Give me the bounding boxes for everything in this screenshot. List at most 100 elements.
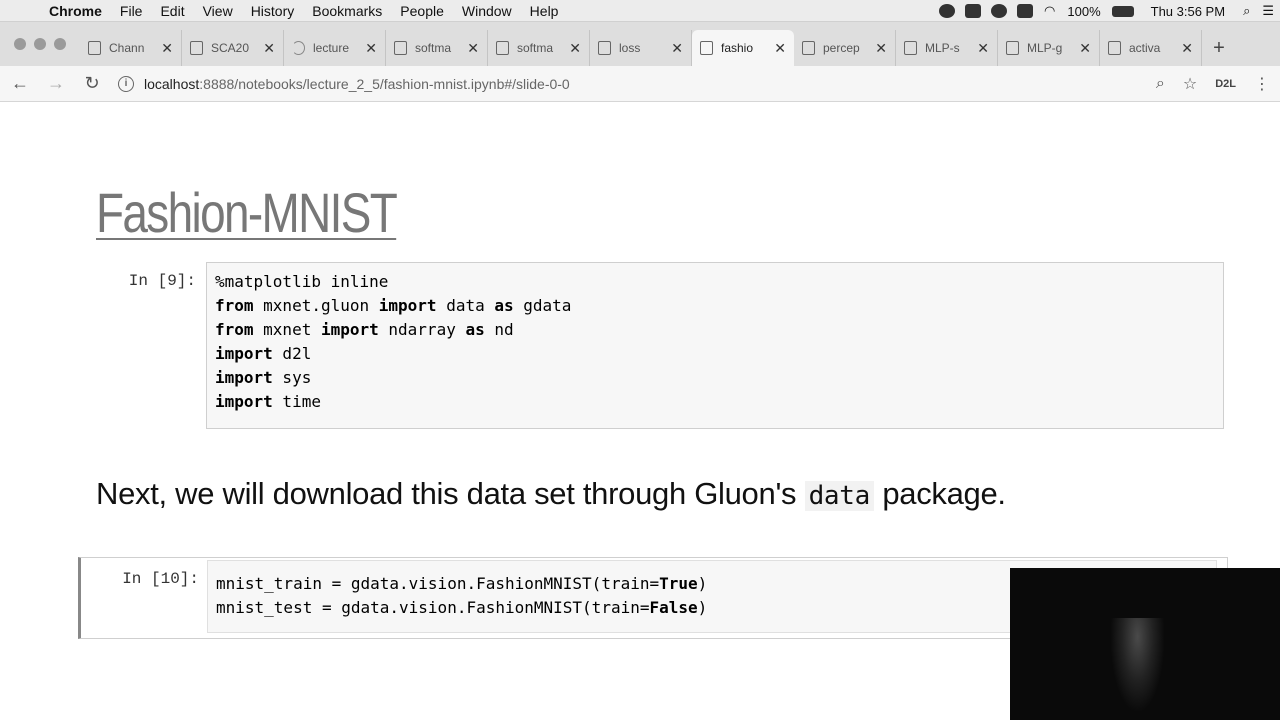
minimize-window-button[interactable] xyxy=(34,38,46,50)
close-window-button[interactable] xyxy=(14,38,26,50)
code-keyword: from xyxy=(215,320,254,339)
more-menu-icon[interactable]: ⋮ xyxy=(1254,74,1270,94)
menu-edit[interactable]: Edit xyxy=(151,0,193,22)
code-token: data xyxy=(436,296,495,315)
notebook-icon xyxy=(802,41,815,55)
tab-label: softma xyxy=(517,41,554,55)
info-icon[interactable]: i xyxy=(118,75,134,92)
tab-label: lecture xyxy=(313,41,350,55)
presenter-silhouette xyxy=(1110,618,1165,713)
notebook-icon xyxy=(1006,41,1019,55)
menu-help[interactable]: Help xyxy=(521,0,568,22)
battery-icon[interactable] xyxy=(1111,5,1134,17)
menu-people[interactable]: People xyxy=(391,0,453,22)
youtube-icon xyxy=(88,41,101,55)
tab-label: loss xyxy=(619,41,641,55)
tab-softmax-1[interactable]: softma ✕ xyxy=(386,30,488,66)
notebook-icon xyxy=(496,41,509,55)
close-icon[interactable]: ✕ xyxy=(263,40,275,57)
forward-button[interactable]: → xyxy=(40,73,72,94)
notebook-icon xyxy=(904,41,917,55)
code-input[interactable]: %matplotlib inline from mxnet.gluon impor… xyxy=(206,262,1224,429)
fullscreen-window-button[interactable] xyxy=(54,38,66,50)
address-bar[interactable]: i localhost:8888/notebooks/lecture_2_5/f… xyxy=(118,70,1168,98)
code-token: ) xyxy=(697,574,708,593)
close-icon[interactable]: ✕ xyxy=(1079,40,1091,57)
code-token: d2l xyxy=(272,344,312,363)
zoom-icon[interactable]: ⌕ xyxy=(1156,75,1165,93)
close-icon[interactable]: ✕ xyxy=(977,40,989,57)
clock[interactable]: Thu 3:56 PM xyxy=(1139,4,1237,19)
search-icon[interactable]: ⌕ xyxy=(1237,3,1256,19)
wifi-icon[interactable]: ◠ xyxy=(1038,3,1061,19)
close-icon[interactable]: ✕ xyxy=(365,40,377,57)
tab-strip: Chann ✕ SCA20 ✕ lecture ✕ softma ✕ softm… xyxy=(0,22,1280,66)
markdown-cell: Next, we will download this data set thr… xyxy=(96,476,1006,512)
close-icon[interactable]: ✕ xyxy=(875,40,887,57)
code-cell-1[interactable]: In [9]: %matplotlib inline from mxnet.glu… xyxy=(96,262,1224,429)
tab-perceptron[interactable]: percep ✕ xyxy=(794,30,896,66)
code-keyword: from xyxy=(215,296,254,315)
tab-mlp-scratch[interactable]: MLP-s ✕ xyxy=(896,30,998,66)
tab-loss[interactable]: loss ✕ xyxy=(590,30,692,66)
tab-mlp-gluon[interactable]: MLP-g ✕ xyxy=(998,30,1100,66)
tab-softmax-2[interactable]: softma ✕ xyxy=(488,30,590,66)
code-line: from mxnet.gluon import data as gdata xyxy=(215,294,1215,318)
tab-label: activa xyxy=(1129,41,1161,55)
back-button[interactable]: ← xyxy=(4,73,36,94)
tab-activation[interactable]: activa ✕ xyxy=(1100,30,1202,66)
tab-channel[interactable]: Chann ✕ xyxy=(80,30,182,66)
notebook-icon xyxy=(1108,41,1121,55)
webcam-video xyxy=(1010,568,1280,720)
inline-code: data xyxy=(804,481,874,511)
code-keyword: import xyxy=(320,320,379,339)
d2l-extension-button[interactable]: D2L xyxy=(1215,78,1236,90)
notebook-icon xyxy=(394,41,407,55)
reload-button[interactable]: ↻ xyxy=(76,73,108,94)
code-token: False xyxy=(649,598,698,617)
tab-label: softma xyxy=(415,41,452,55)
tab-fashion-active[interactable]: fashio ✕ xyxy=(692,30,794,66)
notebook-icon xyxy=(700,41,713,55)
tab-label: MLP-g xyxy=(1027,41,1063,55)
markdown-text-end: package. xyxy=(874,476,1006,511)
loading-icon xyxy=(292,41,305,55)
close-icon[interactable]: ✕ xyxy=(774,40,786,57)
tab-sca20[interactable]: SCA20 ✕ xyxy=(182,30,284,66)
close-icon[interactable]: ✕ xyxy=(1181,40,1193,57)
close-icon[interactable]: ✕ xyxy=(467,40,479,57)
code-token: %matplotlib inline xyxy=(215,272,389,291)
tab-lecture[interactable]: lecture ✕ xyxy=(284,30,386,66)
bookmark-star-icon[interactable]: ☆ xyxy=(1183,74,1197,94)
menu-file[interactable]: File xyxy=(111,0,152,22)
menu-bookmarks[interactable]: Bookmarks xyxy=(303,0,391,22)
close-icon[interactable]: ✕ xyxy=(161,40,173,57)
toolbar-right: ⌕ ☆ D2L ⋮ xyxy=(1156,66,1270,102)
menu-window[interactable]: Window xyxy=(453,0,521,22)
code-keyword: as xyxy=(494,296,514,315)
code-keyword: import xyxy=(215,392,273,411)
markdown-text: Next, we will download this data set thr… xyxy=(96,476,805,511)
cloud-icon[interactable] xyxy=(965,4,982,18)
record-icon[interactable] xyxy=(939,4,956,18)
close-icon[interactable]: ✕ xyxy=(569,40,581,57)
code-keyword: as xyxy=(465,320,485,339)
menu-view[interactable]: View xyxy=(194,0,242,22)
code-token: ndarray xyxy=(378,320,466,339)
new-tab-button[interactable]: + xyxy=(1202,30,1236,66)
menu-app-chrome[interactable]: Chrome xyxy=(40,0,111,22)
code-line: from mxnet import ndarray as nd xyxy=(215,318,1215,342)
code-line: import time xyxy=(215,390,1215,414)
code-line: import sys xyxy=(215,366,1215,390)
document-icon xyxy=(190,41,203,55)
list-icon[interactable]: ☰ xyxy=(1256,3,1280,19)
menu-history[interactable]: History xyxy=(242,0,304,22)
code-token: mxnet.gluon xyxy=(253,296,379,315)
code-keyword: import xyxy=(378,296,437,315)
airplay-icon[interactable] xyxy=(1017,4,1034,18)
code-token: gdata xyxy=(513,296,572,315)
close-icon[interactable]: ✕ xyxy=(671,40,683,57)
code-token: mxnet xyxy=(253,320,321,339)
battery-percent[interactable]: 100% xyxy=(1061,4,1106,19)
globe-icon[interactable] xyxy=(991,4,1008,18)
